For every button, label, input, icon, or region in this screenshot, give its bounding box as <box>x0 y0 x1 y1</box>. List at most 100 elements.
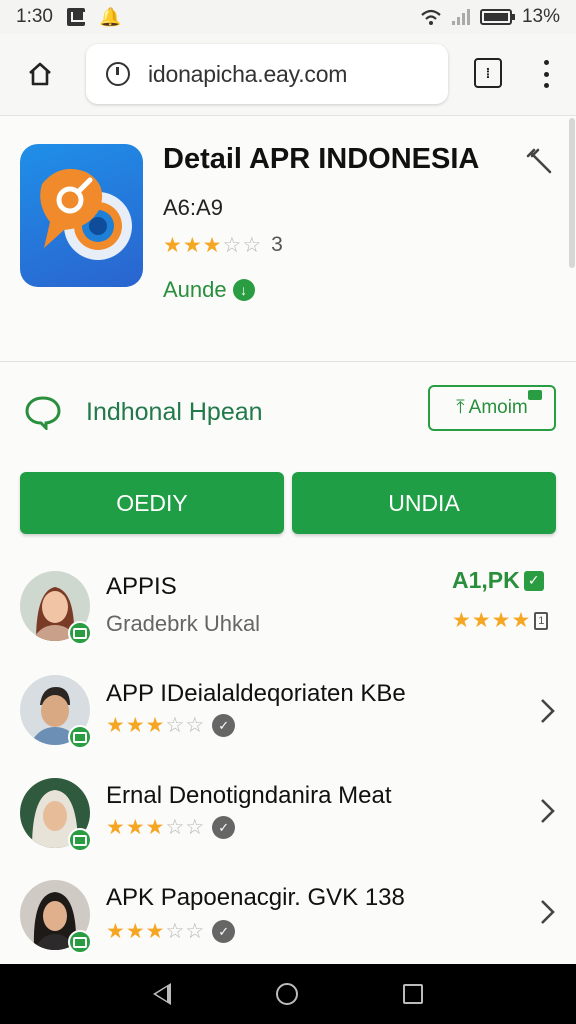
avatar-badge-icon <box>68 828 92 852</box>
battery-icon <box>479 9 515 25</box>
item-rating: ★ ★ ★ ☆ ☆ ✓ <box>106 920 236 943</box>
star-rating: ★ ★ ★ ☆ ☆ <box>106 817 204 838</box>
avatar-badge-icon <box>68 725 92 749</box>
share-badge <box>528 390 542 400</box>
price-tag: A1,PK ✓ <box>452 567 544 594</box>
price-text: A1,PK <box>452 567 520 593</box>
item-rating: ★ ★ ★ ☆ ☆ ✓ <box>106 714 236 737</box>
address-bar[interactable]: idonapicha.eay.com <box>86 44 448 104</box>
star-filled-icon: ★ <box>125 816 145 839</box>
rating-count: 3 <box>271 233 283 256</box>
app-header: Detail APR INDONESIA A6:A9 ★ ★ ★ ☆ ☆ 3 Aunde… <box>0 117 576 362</box>
star-empty-icon: ☆ <box>165 920 185 943</box>
tab-switcher-icon: ⁞ <box>485 65 491 81</box>
star-filled-icon: ★ <box>106 816 125 839</box>
more-dot <box>543 83 549 88</box>
item-subtitle: Gradebrk Uhkal <box>106 611 261 636</box>
edit-icon[interactable] <box>524 146 554 176</box>
item-title: Ernal Denotigndanira Meat <box>106 782 392 809</box>
system-nav-bar <box>0 964 576 1024</box>
star-filled-icon: ★ <box>163 233 182 257</box>
item-rating: ★ ★ ★ ☆ ☆ ✓ <box>106 816 236 839</box>
app-logo-graphic <box>40 168 132 260</box>
primary-right-button[interactable]: UNDIA <box>292 472 556 534</box>
more-dot <box>543 60 549 65</box>
avatar-badge-icon <box>68 621 92 645</box>
star-empty-icon: ☆ <box>222 233 242 257</box>
star-empty-icon: ☆ <box>242 233 262 257</box>
item-title: APP IDeialaldeqoriaten KBe <box>106 680 406 707</box>
avatar-badge-icon <box>68 930 92 954</box>
star-empty-icon: ☆ <box>185 816 205 839</box>
list-item[interactable]: APK Papoenacgir. GVK 138 ★ ★ ★ ☆ ☆ ✓ <box>0 870 576 970</box>
notification-bell-icon: 🔔 <box>98 7 122 27</box>
star-filled-icon: ★ <box>182 233 202 257</box>
chevron-right-icon[interactable] <box>536 796 558 826</box>
list-item[interactable]: APP IDeialaldeqoriaten KBe ★ ★ ★ ☆ ☆ ✓ <box>0 664 576 764</box>
home-button[interactable] <box>22 56 58 92</box>
share-icon: ⤒ <box>456 397 465 418</box>
developer-name[interactable]: Indhonal Hpean <box>86 398 263 427</box>
item-title: APK Papoenacgir. GVK 138 <box>106 884 405 911</box>
app-title: Detail APR INDONESIA <box>163 143 480 175</box>
url-text: idonapicha.eay.com <box>148 60 348 87</box>
avatar <box>20 880 92 954</box>
item-title: APPIS <box>106 573 177 600</box>
nav-recents-icon[interactable] <box>403 984 424 1004</box>
star-filled-icon: ★ <box>145 920 165 943</box>
app-version: A6:A9 <box>163 195 223 220</box>
star-filled-icon: ★ <box>106 920 125 943</box>
tab-switcher-button[interactable]: ⁞ <box>474 58 502 88</box>
star-filled-icon: ★ <box>125 920 145 943</box>
item-rating: ★ ★ ★ ★ 1 <box>452 610 549 631</box>
star-rating: ★ ★ ★ ☆ ☆ <box>106 715 204 736</box>
home-icon <box>29 62 51 86</box>
star-rating: ★ ★ ★ ☆ ☆ <box>163 235 261 256</box>
star-filled-icon: ★ <box>202 233 222 257</box>
star-empty-icon: ☆ <box>185 714 205 737</box>
bookmark-icon: 1 <box>534 611 549 630</box>
verified-icon: ✓ <box>212 920 236 943</box>
chevron-right-icon[interactable] <box>536 696 558 726</box>
star-empty-icon: ☆ <box>185 920 205 943</box>
primary-left-button[interactable]: OEDIY <box>20 472 284 534</box>
browser-toolbar: idonapicha.eay.com ⁞ <box>0 34 576 116</box>
more-vert-button[interactable] <box>534 56 558 92</box>
star-filled-icon: ★ <box>145 816 165 839</box>
star-rating: ★ ★ ★ ★ <box>452 610 530 631</box>
wifi-icon <box>421 9 441 25</box>
download-icon: ↓ <box>232 279 255 301</box>
nav-home-icon[interactable] <box>275 983 298 1005</box>
clock-icon <box>106 62 130 86</box>
status-time: 1:30 <box>16 6 53 27</box>
star-filled-icon: ★ <box>471 609 491 632</box>
avatar <box>20 571 92 645</box>
app-rating: ★ ★ ★ ☆ ☆ 3 <box>163 233 283 257</box>
star-rating: ★ ★ ★ ☆ ☆ <box>106 921 204 942</box>
signal-icon <box>451 9 470 25</box>
star-filled-icon: ★ <box>106 714 125 737</box>
verified-icon: ✓ <box>212 714 236 737</box>
gallery-notification-icon <box>66 8 85 26</box>
star-filled-icon: ★ <box>125 714 145 737</box>
more-dot <box>543 71 549 77</box>
nav-back-icon[interactable] <box>152 983 171 1005</box>
star-filled-icon: ★ <box>511 609 531 632</box>
star-empty-icon: ☆ <box>165 714 185 737</box>
verified-icon: ✓ <box>212 816 236 839</box>
avatar <box>20 778 92 852</box>
star-filled-icon: ★ <box>452 609 471 632</box>
star-empty-icon: ☆ <box>165 816 185 839</box>
verified-check-icon: ✓ <box>523 570 544 591</box>
avatar <box>20 675 92 749</box>
share-button[interactable]: ⤒ Amoim <box>428 385 556 431</box>
chat-icon <box>25 396 61 430</box>
list-item[interactable]: Ernal Denotigndanira Meat ★ ★ ★ ☆ ☆ ✓ <box>0 768 576 868</box>
share-label: Amoim <box>468 397 528 418</box>
status-bar: 1:30 🔔 13% <box>0 0 576 34</box>
install-status[interactable]: Aunde ↓ <box>163 277 255 303</box>
install-label: Aunde <box>163 277 227 302</box>
app-logo <box>20 144 143 287</box>
star-filled-icon: ★ <box>491 609 511 632</box>
chevron-right-icon[interactable] <box>536 897 558 927</box>
